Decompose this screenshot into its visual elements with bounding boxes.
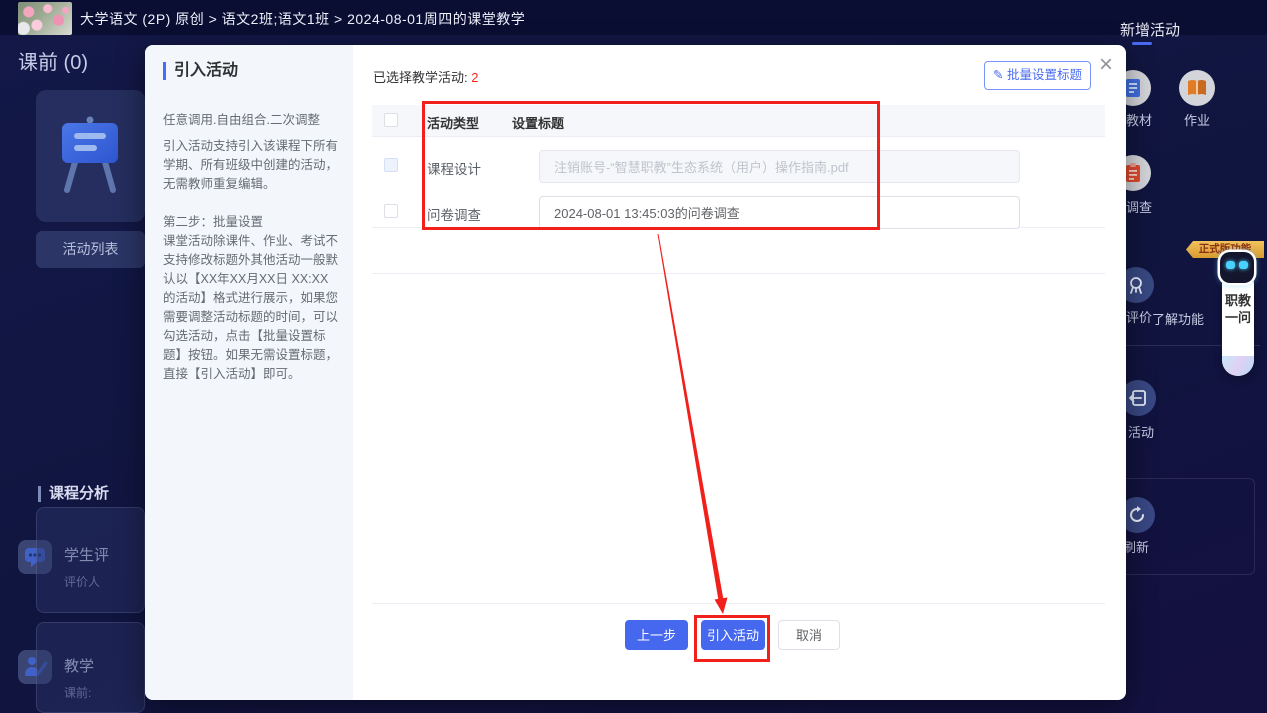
row-checkbox[interactable] [384,204,398,218]
row-type-label: 问卷调查 [427,204,481,224]
row-divider [372,273,1105,274]
precourse-section-heading: 课前 (0) [18,46,88,75]
table-header-row: 活动类型 设置标题 [372,105,1105,137]
import-activity-button[interactable]: 引入活动 [701,620,765,650]
footer-divider [372,603,1105,604]
dialog-left-panel: 引入活动 任意调用.自由组合.二次调整 引入活动支持引入该课程下所有学期、所有班… [145,45,353,700]
dialog-desc-3-head: 第二步：批量设置 [163,213,339,232]
textbook-label: 教材 [1126,110,1152,129]
evaluation-label: 评价 [1126,307,1152,326]
course-analysis-heading: 课程分析 [38,486,109,502]
dialog-title: 引入活动 [163,62,238,80]
column-header-type: 活动类型 [427,113,479,132]
dialog-desc-1: 任意调用.自由组合.二次调整 [163,111,339,130]
row-title-input[interactable] [539,150,1020,183]
row-type-label: 课程设计 [427,158,481,178]
refresh-label: 刷新 [1123,537,1149,556]
column-header-title: 设置标题 [512,113,564,132]
cancel-button[interactable]: 取消 [778,620,840,650]
teaching-analysis-card[interactable] [36,622,145,713]
batch-set-title-button[interactable]: ✎ 批量设置标题 [984,61,1091,90]
student-evaluation-card[interactable] [36,507,145,613]
row-title-input[interactable] [539,196,1020,229]
dialog-desc-3: 课堂活动除课件、作业、考试不支持修改标题外其他活动一般默认以【XX年XX月XX日… [163,232,339,384]
robot-face-icon [1220,252,1254,283]
import-activity-label: 活动 [1128,422,1154,441]
import-activity-dialog: 引入活动 任意调用.自由组合.二次调整 引入活动支持引入该课程下所有学期、所有班… [145,45,1126,700]
row-checkbox[interactable] [384,158,398,172]
learn-more-link[interactable]: 了解功能 [1152,309,1204,328]
activity-list-button[interactable]: 活动列表 [36,231,145,268]
previous-step-button[interactable]: 上一步 [625,620,688,650]
close-icon[interactable]: × [1093,53,1119,79]
assistant-widget[interactable]: 职教一问 [1218,252,1258,378]
breadcrumb: 大学语文 (2P) 原创 > 语文2班;语文1班 > 2024-08-01周四的… [80,9,525,29]
selected-count-text: 已选择教学活动: 2 [373,67,478,86]
app-root: 大学语文 (2P) 原创 > 语文2班;语文1班 > 2024-08-01周四的… [0,0,1267,713]
homework-label: 作业 [1184,110,1210,129]
easel-board-icon [55,116,125,196]
select-all-checkbox[interactable] [384,113,398,127]
selected-count-value: 2 [471,70,478,85]
course-cover-image [18,2,72,35]
new-activity-underline [1132,42,1152,45]
dialog-desc-2: 引入活动支持引入该课程下所有学期、所有班级中创建的活动，无需教师重复编辑。 [163,137,339,194]
new-activity-heading: 新增活动 [1120,19,1180,40]
assistant-label: 职教一问 [1222,292,1254,326]
assistant-wave-decor [1222,356,1254,376]
homework-icon[interactable] [1179,70,1215,106]
classroom-activity-card[interactable] [36,90,145,222]
survey-label: 调查 [1126,197,1152,216]
